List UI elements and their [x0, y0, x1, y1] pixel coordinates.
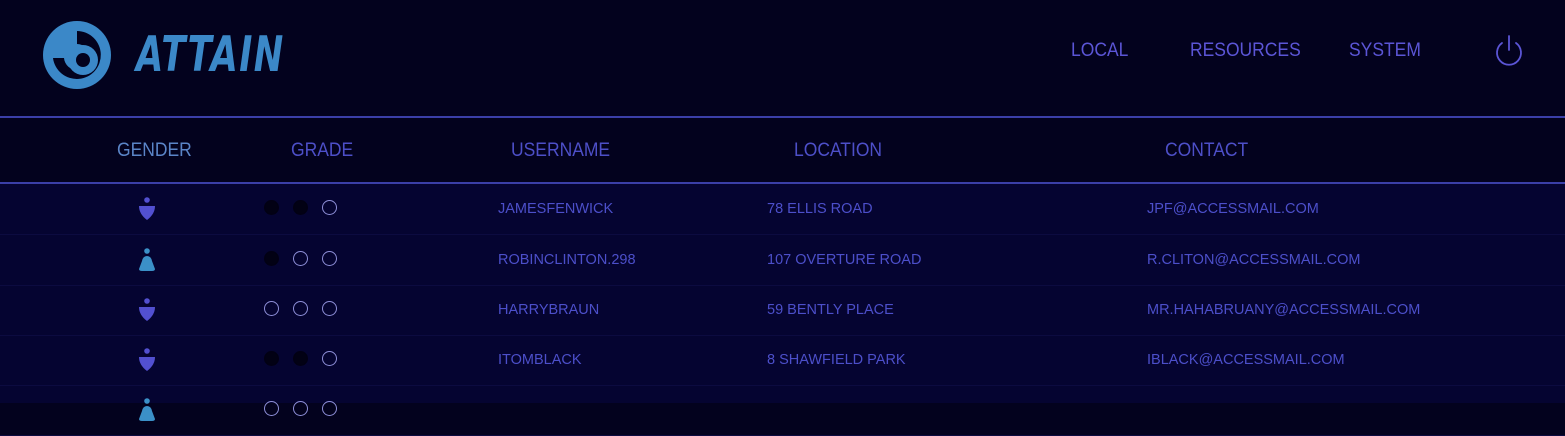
username-cell: ROBINCLINTON.298 — [498, 252, 636, 268]
table-row[interactable]: ROBINCLINTON.298 107 OVERTURE ROAD R.CLI… — [0, 235, 1565, 286]
contact-cell[interactable]: R.CLITON@ACCESSMAIL.COM — [1147, 252, 1360, 268]
column-header-bar — [0, 118, 1565, 182]
column-header-grade[interactable]: GRADE — [291, 140, 353, 162]
grade-dot — [264, 301, 279, 316]
male-icon — [139, 348, 155, 371]
location-cell: 59 BENTLY PLACE — [767, 302, 894, 318]
table-row[interactable]: JAMESFENWICK 78 ELLIS ROAD JPF@ACCESSMAI… — [0, 184, 1565, 235]
female-icon — [139, 248, 155, 271]
nav-resources[interactable]: RESOURCES — [1190, 40, 1301, 62]
attain-logo-icon[interactable] — [40, 18, 114, 92]
table-row[interactable]: ITOMBLACK 8 SHAWFIELD PARK IBLACK@ACCESS… — [0, 335, 1565, 386]
table-row[interactable]: HARRYBRAUN 59 BENTLY PLACE MR.HAHABRUANY… — [0, 285, 1565, 336]
grade-dot — [293, 401, 308, 416]
grade-dot — [293, 251, 308, 266]
user-table: JAMESFENWICK 78 ELLIS ROAD JPF@ACCESSMAI… — [0, 184, 1565, 436]
contact-cell[interactable]: MR.HAHABRUANY@ACCESSMAIL.COM — [1147, 302, 1420, 318]
column-header-contact[interactable]: CONTACT — [1165, 140, 1248, 162]
column-header-gender[interactable]: GENDER — [117, 140, 192, 162]
grade-dot — [322, 301, 337, 316]
location-cell: 8 SHAWFIELD PARK — [767, 352, 906, 368]
username-cell: ITOMBLACK — [498, 352, 582, 368]
username-cell: JAMESFENWICK — [498, 201, 614, 217]
contact-cell[interactable]: JPF@ACCESSMAIL.COM — [1147, 201, 1319, 217]
grade-dot — [264, 351, 279, 366]
grade-dot — [264, 401, 279, 416]
column-header-location[interactable]: LOCATION — [794, 140, 882, 162]
grade-dot — [293, 200, 308, 215]
grade-dot — [322, 351, 337, 366]
grade-dot — [264, 251, 279, 266]
grade-dot — [293, 351, 308, 366]
app-header: ATTAIN LOCAL RESOURCES SYSTEM — [0, 0, 1565, 116]
brand-name[interactable]: ATTAIN — [136, 29, 285, 81]
location-cell: 78 ELLIS ROAD — [767, 201, 873, 217]
column-header-username[interactable]: USERNAME — [511, 140, 610, 162]
location-cell: 107 OVERTURE ROAD — [767, 252, 922, 268]
nav-system[interactable]: SYSTEM — [1349, 40, 1421, 62]
table-row[interactable] — [0, 385, 1565, 436]
grade-dot — [322, 200, 337, 215]
contact-cell[interactable]: IBLACK@ACCESSMAIL.COM — [1147, 352, 1345, 368]
power-icon[interactable] — [1493, 34, 1525, 68]
grade-dot — [322, 251, 337, 266]
male-icon — [139, 197, 155, 220]
grade-dot — [264, 200, 279, 215]
nav-local[interactable]: LOCAL — [1071, 40, 1128, 62]
grade-dot — [293, 301, 308, 316]
male-icon — [139, 298, 155, 321]
female-icon — [139, 398, 155, 421]
grade-dot — [322, 401, 337, 416]
username-cell: HARRYBRAUN — [498, 302, 600, 318]
